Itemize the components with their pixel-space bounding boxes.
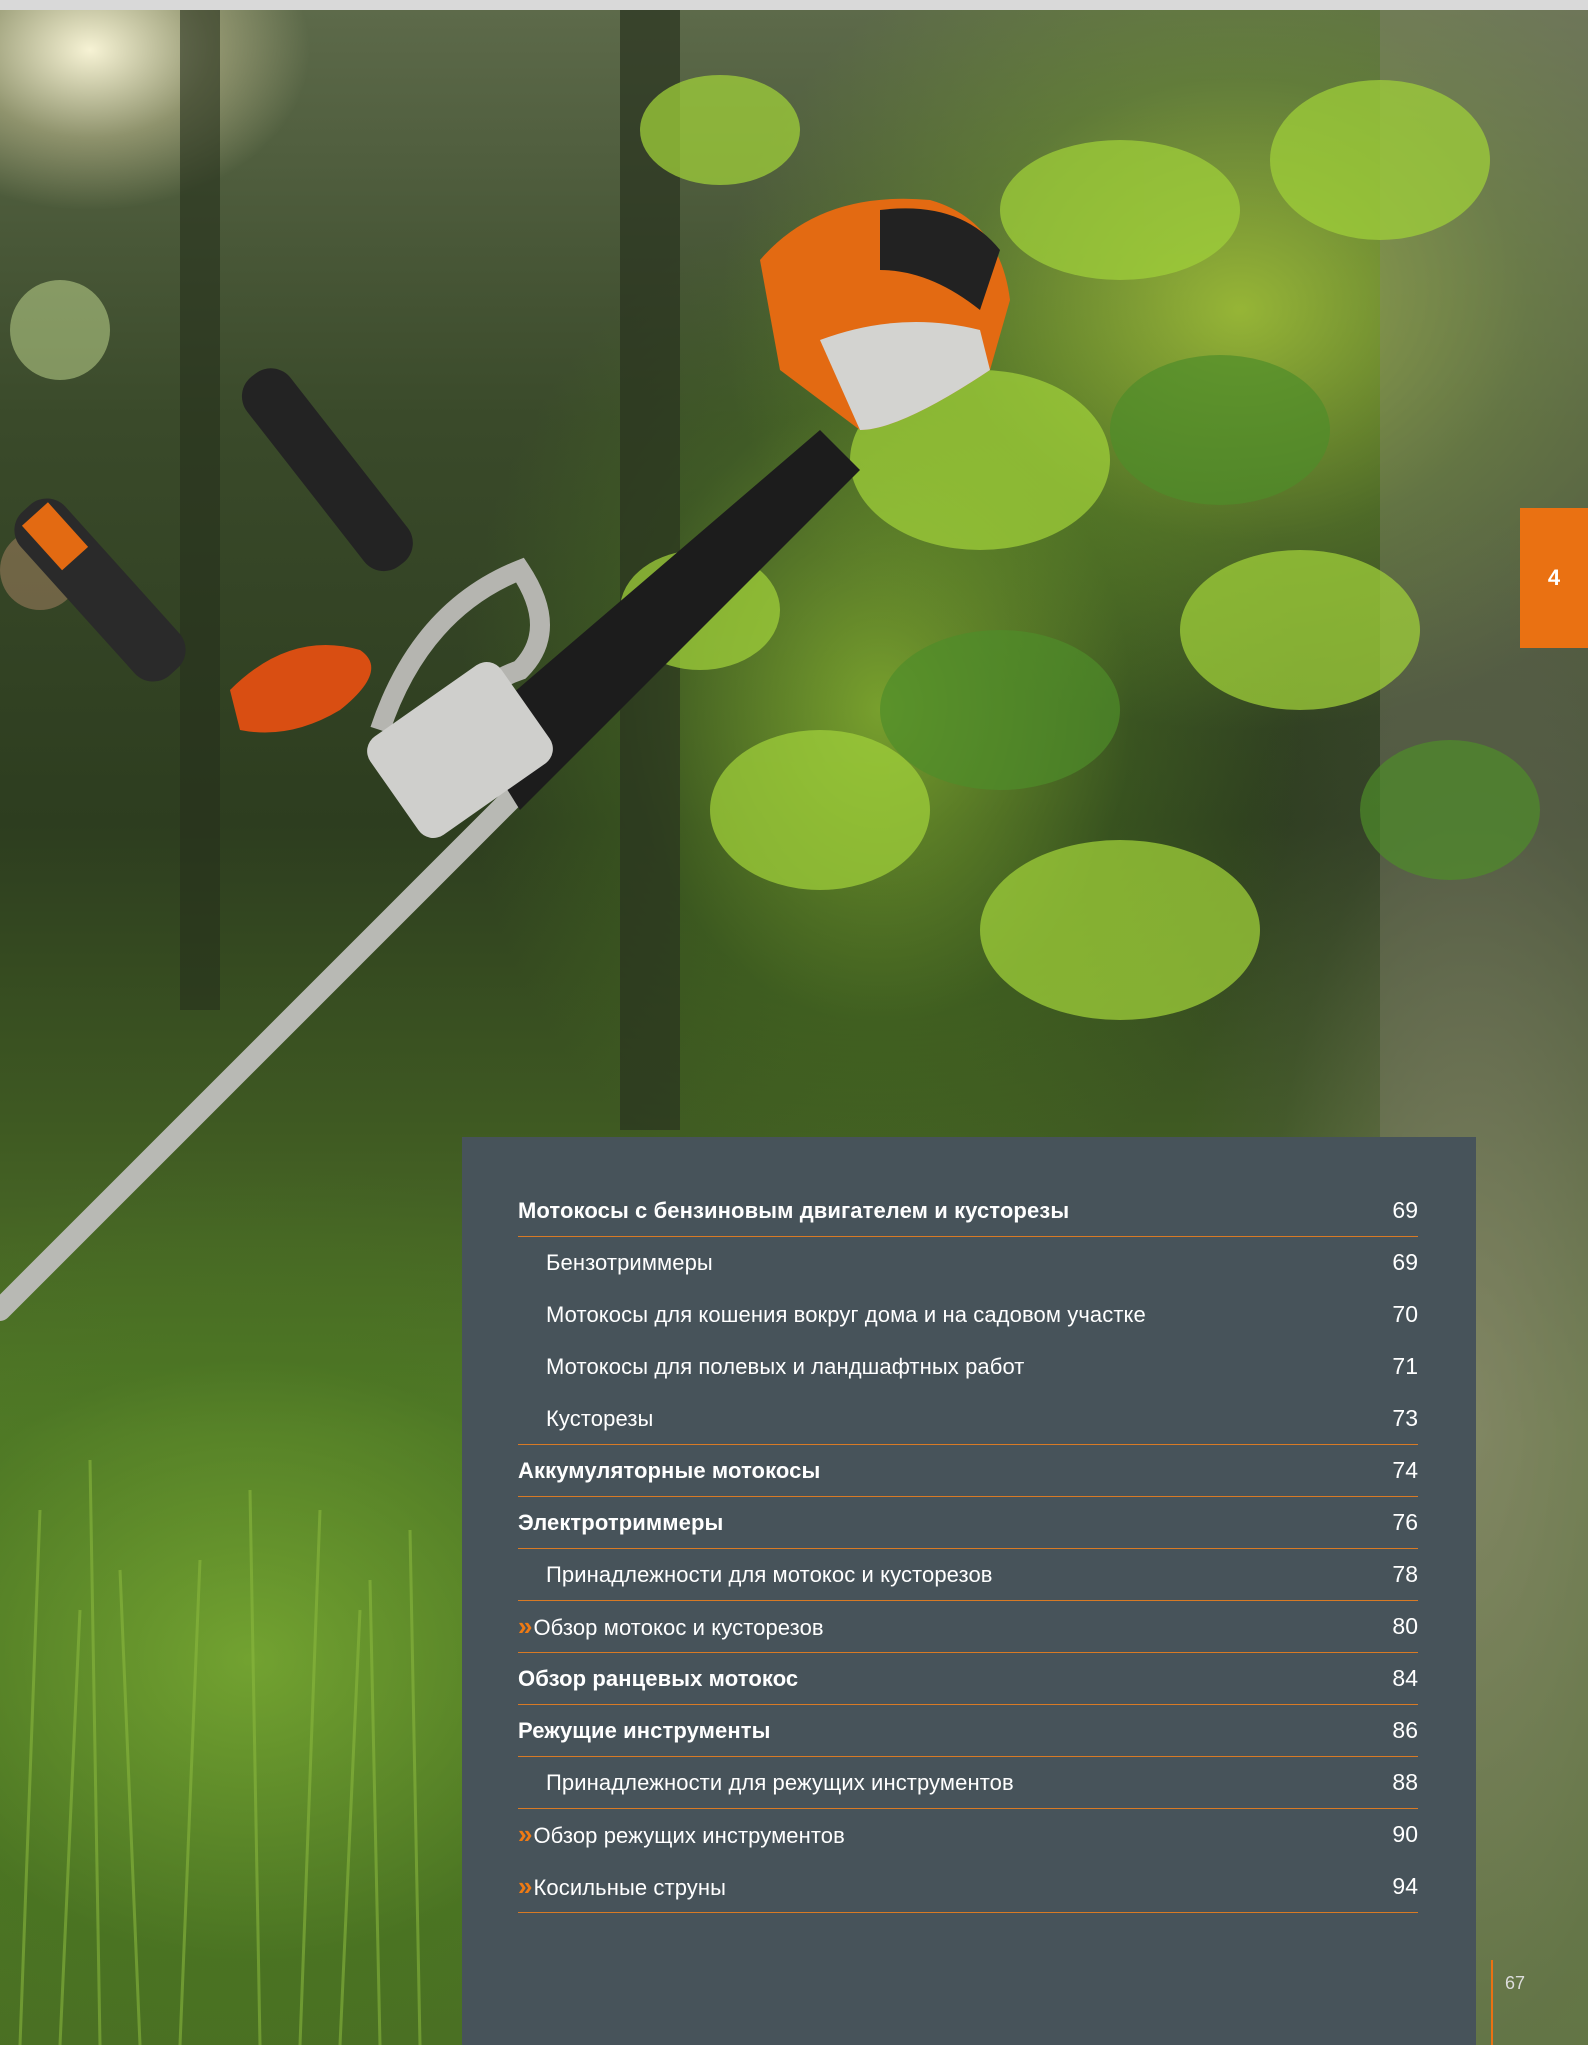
toc-entry-page: 90: [1392, 1821, 1418, 1847]
toc-entry-title: Кусторезы: [518, 1406, 653, 1432]
toc-entry-label: Кусторезы: [546, 1405, 654, 1431]
toc-entry-title: Аккумуляторные мотокосы: [518, 1458, 820, 1484]
toc-entry-page: 74: [1392, 1457, 1418, 1483]
folio-divider: [1491, 1960, 1493, 2045]
toc-entry-title: Обзор ранцевых мотокос: [518, 1666, 798, 1692]
toc-entry-label: Обзор мотокос и кусторезов: [533, 1615, 824, 1640]
toc-entry-title: Мотокосы с бензиновым двигателем и кусто…: [518, 1198, 1069, 1224]
toc-entry[interactable]: Электротриммеры 76: [518, 1497, 1418, 1549]
toc-entry[interactable]: Мотокосы с бензиновым двигателем и кусто…: [518, 1185, 1418, 1237]
toc-entry-label: Мотокосы с бензиновым двигателем и кусто…: [518, 1197, 1070, 1223]
toc-entry[interactable]: Принадлежности для режущих инструментов 8…: [518, 1757, 1418, 1809]
toc-entry-page: 80: [1392, 1613, 1418, 1639]
toc-entry-label: Режущие инструменты: [518, 1717, 771, 1743]
toc-entry-title: » Обзор режущих инструментов: [518, 1819, 845, 1850]
toc-entry-label: Мотокосы для полевых и ландшафтных работ: [546, 1353, 1025, 1379]
toc-entry-label: Принадлежности для режущих инструментов: [546, 1769, 1014, 1795]
toc-entry-title: Электротриммеры: [518, 1510, 723, 1536]
double-chevron-icon: »: [518, 1819, 533, 1849]
toc-entry-title: » Обзор мотокос и кусторезов: [518, 1611, 824, 1642]
toc-entry-label: Бензотриммеры: [546, 1249, 713, 1275]
toc-entry-label: Обзор режущих инструментов: [533, 1823, 845, 1848]
double-chevron-icon: »: [518, 1871, 533, 1901]
toc-entry-page: 69: [1392, 1249, 1418, 1275]
toc-entry[interactable]: Режущие инструменты 86: [518, 1705, 1418, 1757]
toc-entry-page: 84: [1392, 1665, 1418, 1691]
toc-entry[interactable]: » Косильные струны 94: [518, 1861, 1418, 1913]
section-tab-number: 4: [1547, 565, 1561, 590]
toc-entry[interactable]: Кусторезы 73: [518, 1393, 1418, 1445]
toc-entry[interactable]: Принадлежности для мотокос и кусторезов 7…: [518, 1549, 1418, 1601]
toc-entry-title: Мотокосы для полевых и ландшафтных работ: [518, 1354, 1024, 1380]
toc-panel: Мотокосы с бензиновым двигателем и кусто…: [462, 1137, 1476, 2045]
toc-entry[interactable]: Мотокосы для полевых и ландшафтных работ…: [518, 1341, 1418, 1393]
toc-entry-label: Аккумуляторные мотокосы: [518, 1457, 821, 1483]
toc-entry[interactable]: Бензотриммеры 69: [518, 1237, 1418, 1289]
toc-entry[interactable]: » Обзор мотокос и кусторезов 80: [518, 1601, 1418, 1653]
toc-entry-page: 73: [1392, 1405, 1418, 1431]
toc-entry-title: Мотокосы для кошения вокруг дома и на са…: [518, 1302, 1146, 1328]
toc-entry-page: 86: [1392, 1717, 1418, 1743]
toc-entry-title: Бензотриммеры: [518, 1250, 713, 1276]
section-tab[interactable]: 4: [1520, 508, 1588, 648]
toc-entry-page: 71: [1392, 1353, 1418, 1379]
double-chevron-icon: »: [518, 1611, 533, 1641]
toc-entry-title: Принадлежности для режущих инструментов: [518, 1770, 1014, 1796]
toc-entry-page: 70: [1392, 1301, 1418, 1327]
toc-entry-label: Обзор ранцевых мотокос: [518, 1665, 799, 1691]
toc-entry[interactable]: » Обзор режущих инструментов 90: [518, 1809, 1418, 1861]
toc-entry-title: Принадлежности для мотокос и кусторезов: [518, 1562, 993, 1588]
toc-entry-title: Режущие инструменты: [518, 1718, 771, 1744]
toc-entry[interactable]: Мотокосы для кошения вокруг дома и на са…: [518, 1289, 1418, 1341]
toc-entry-page: 94: [1392, 1873, 1418, 1899]
toc-entry-page: 78: [1392, 1561, 1418, 1587]
top-strip: [0, 0, 1588, 10]
toc-list: Мотокосы с бензиновым двигателем и кусто…: [518, 1185, 1418, 1913]
page-number: 67: [1505, 1973, 1526, 1993]
toc-entry[interactable]: Аккумуляторные мотокосы 74: [518, 1445, 1418, 1497]
toc-entry-label: Электротриммеры: [518, 1509, 724, 1535]
toc-entry-page: 69: [1392, 1197, 1418, 1223]
toc-entry-label: Косильные струны: [533, 1875, 727, 1900]
toc-entry-page: 88: [1392, 1769, 1418, 1795]
toc-entry[interactable]: Обзор ранцевых мотокос 84: [518, 1653, 1418, 1705]
toc-entry-title: » Косильные струны: [518, 1871, 726, 1902]
toc-entry-label: Принадлежности для мотокос и кусторезов: [546, 1561, 993, 1587]
toc-entry-page: 76: [1392, 1509, 1418, 1535]
toc-entry-label: Мотокосы для кошения вокруг дома и на са…: [546, 1301, 1146, 1327]
